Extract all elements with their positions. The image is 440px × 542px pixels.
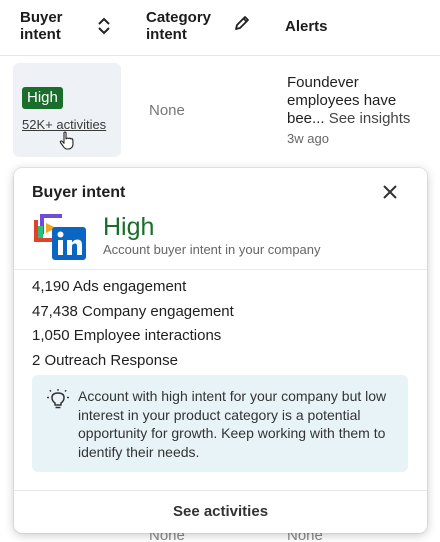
insight-note-text: Account with high intent for your compan… (78, 388, 387, 460)
column-header-buyer-intent[interactable]: Buyer intent (20, 9, 90, 43)
stat-outreach-response: 2 Outreach Response (32, 351, 178, 369)
popover-footer: See activities (14, 490, 427, 533)
table-row: High 52K+ activities None Foundever empl… (0, 57, 440, 167)
see-insights-link[interactable]: See insights (329, 110, 411, 127)
intent-subtitle: Account buyer intent in your company (103, 242, 321, 257)
activities-link[interactable]: 52K+ activities (22, 117, 106, 132)
stats-list: 4,190 Ads engagement 47,438 Company enga… (32, 275, 234, 373)
intent-badge: High (22, 87, 63, 109)
stat-employee-interactions: 1,050 Employee interactions (32, 327, 222, 344)
insight-note: Account with high intent for your compan… (32, 375, 408, 472)
alert-timestamp: 3w ago (287, 131, 329, 146)
stat-ads-engagement: 4,190 Ads engagement (32, 278, 187, 295)
sort-icon[interactable] (96, 16, 112, 36)
cursor-icon (59, 131, 74, 150)
table-header: Buyer intent Category intent Alerts (0, 0, 440, 56)
pencil-icon[interactable] (233, 14, 251, 32)
column-header-category-intent[interactable]: Category intent (146, 9, 231, 43)
column-header-alerts[interactable]: Alerts (285, 18, 328, 35)
divider (14, 269, 427, 270)
linkedin-logo (34, 214, 86, 260)
see-activities-button[interactable]: See activities (14, 491, 427, 533)
close-icon[interactable] (378, 180, 402, 204)
buyer-intent-popover: Buyer intent High Account buyer intent i… (14, 168, 427, 533)
alert-text: Foundever employees have bee... See insi… (287, 74, 427, 128)
intent-level: High (103, 213, 155, 241)
lightbulb-icon (47, 389, 69, 409)
category-intent-value: None (149, 102, 185, 119)
popover-title: Buyer intent (32, 184, 126, 201)
stat-company-engagement: 47,438 Company engagement (32, 302, 234, 320)
